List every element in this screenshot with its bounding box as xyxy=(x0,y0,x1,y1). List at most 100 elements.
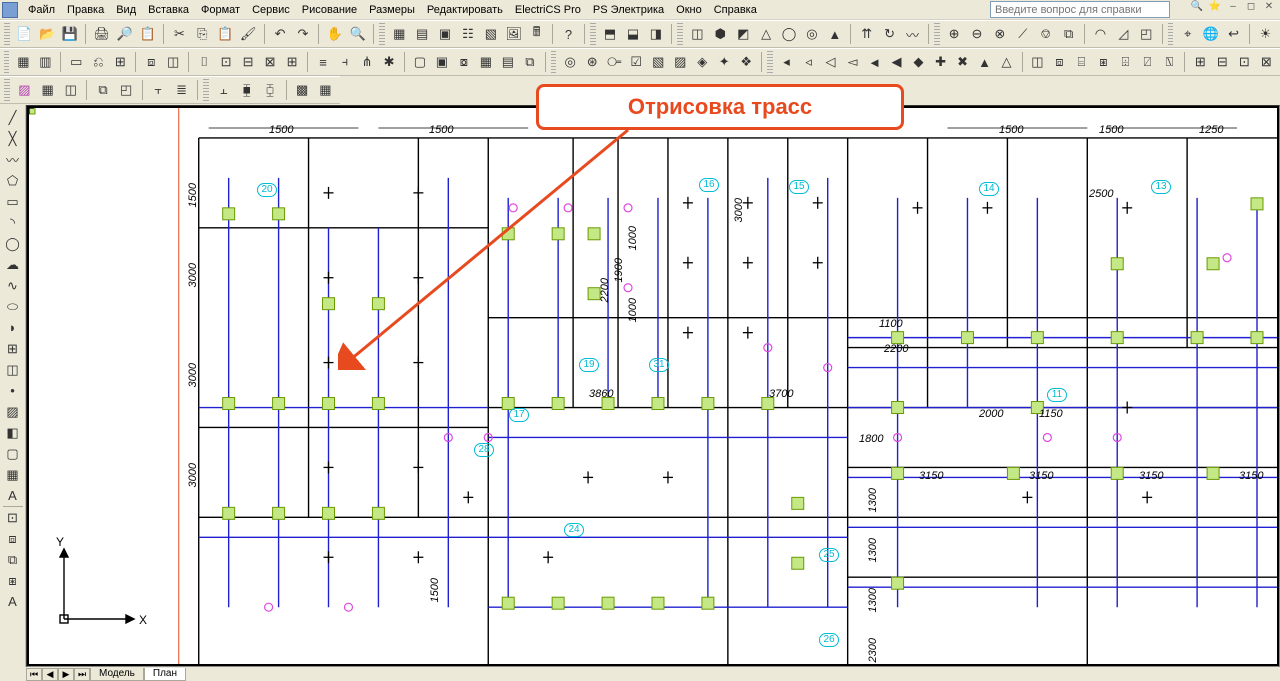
solid-wedge-icon[interactable]: ◩ xyxy=(733,23,754,45)
p10-icon[interactable]: ⧮ xyxy=(259,79,280,101)
menu-file[interactable]: Файл xyxy=(22,2,61,18)
menu-edit[interactable]: Правка xyxy=(61,2,110,18)
extra5-icon[interactable]: A xyxy=(2,591,24,612)
e3-icon[interactable]: ▭ xyxy=(66,51,86,73)
ucs-world-icon[interactable]: 🌐 xyxy=(1200,23,1221,45)
circle-icon[interactable]: ◯ xyxy=(2,233,24,254)
tab-last-icon[interactable]: ⏭ xyxy=(74,668,90,681)
p1-icon[interactable]: ▨ xyxy=(14,79,35,101)
e40-icon[interactable]: ✖ xyxy=(953,51,973,73)
arc-icon[interactable]: ◝ xyxy=(2,212,24,233)
toolbar-grip[interactable] xyxy=(4,23,10,45)
e6-icon[interactable]: ⧈ xyxy=(141,51,161,73)
e27-icon[interactable]: ▧ xyxy=(648,51,668,73)
copy-icon[interactable]: ⎘ xyxy=(192,23,213,45)
p3-icon[interactable]: ◫ xyxy=(60,79,81,101)
p12-icon[interactable]: ▦ xyxy=(315,79,336,101)
e51-icon[interactable]: ⊟ xyxy=(1212,51,1232,73)
e11-icon[interactable]: ⊠ xyxy=(260,51,280,73)
menu-format[interactable]: Формат xyxy=(195,2,246,18)
e39-icon[interactable]: ✚ xyxy=(931,51,951,73)
restore-icon[interactable]: ◻ xyxy=(1244,1,1258,15)
e2-icon[interactable]: ▥ xyxy=(35,51,55,73)
e5-icon[interactable]: ⊞ xyxy=(110,51,130,73)
subtract-icon[interactable]: ⊖ xyxy=(967,23,988,45)
ucs-prev-icon[interactable]: ↩ xyxy=(1223,23,1244,45)
mtext-icon[interactable]: A xyxy=(2,485,24,506)
view-right-icon[interactable]: ◨ xyxy=(645,23,666,45)
pan-icon[interactable]: ✋ xyxy=(324,23,345,45)
e53-icon[interactable]: ⊠ xyxy=(1256,51,1276,73)
line-icon[interactable]: ╱ xyxy=(2,107,24,128)
p2-icon[interactable]: ▦ xyxy=(37,79,58,101)
solid-sphere-icon[interactable]: ◯ xyxy=(779,23,800,45)
undo-icon[interactable]: ↶ xyxy=(270,23,291,45)
polygon-icon[interactable]: ⬠ xyxy=(2,170,24,191)
toolbar-grip[interactable] xyxy=(4,51,9,73)
new-icon[interactable]: 📄 xyxy=(14,23,35,45)
table-icon[interactable]: ▦ xyxy=(2,464,24,485)
e14-icon[interactable]: ⫞ xyxy=(335,51,355,73)
menu-tools[interactable]: Сервис xyxy=(246,2,296,18)
e13-icon[interactable]: ≡ xyxy=(313,51,333,73)
ellipsearc-icon[interactable]: ◗ xyxy=(2,317,24,338)
point-icon[interactable]: • xyxy=(2,380,24,401)
solid-pyramid-icon[interactable]: ▲ xyxy=(824,23,845,45)
toolbar-grip[interactable] xyxy=(4,79,10,101)
menu-modify[interactable]: Редактировать xyxy=(421,2,509,18)
p4-icon[interactable]: ⧉ xyxy=(92,79,113,101)
preview-icon[interactable]: 🔎 xyxy=(114,23,135,45)
e41-icon[interactable]: ▲ xyxy=(975,51,995,73)
e17-icon[interactable]: ▢ xyxy=(410,51,430,73)
e32-icon[interactable]: ◂ xyxy=(777,51,797,73)
e12-icon[interactable]: ⊞ xyxy=(282,51,302,73)
spline-icon[interactable]: ∿ xyxy=(2,275,24,296)
e34-icon[interactable]: ◁ xyxy=(821,51,841,73)
e15-icon[interactable]: ⋔ xyxy=(357,51,377,73)
pline-icon[interactable]: 〰 xyxy=(2,149,24,170)
toolbar-grip[interactable] xyxy=(677,23,683,45)
interfere-icon[interactable]: ⧉ xyxy=(1058,23,1079,45)
tab-next-icon[interactable]: ▶ xyxy=(58,668,74,681)
toolbar-grip[interactable] xyxy=(379,23,385,45)
tab-plan[interactable]: План xyxy=(144,668,186,681)
e1-icon[interactable]: ▦ xyxy=(13,51,33,73)
e37-icon[interactable]: ◀ xyxy=(887,51,907,73)
shell-icon[interactable]: ◰ xyxy=(1136,23,1157,45)
extra4-icon[interactable]: ⧆ xyxy=(2,570,24,591)
toolbar-grip[interactable] xyxy=(934,23,940,45)
e25-icon[interactable]: ⧃ xyxy=(604,51,624,73)
calc-icon[interactable]: 🖩 xyxy=(526,23,547,45)
zoom-icon[interactable]: 🔍 xyxy=(347,23,368,45)
e44-icon[interactable]: ⧈ xyxy=(1049,51,1069,73)
e29-icon[interactable]: ◈ xyxy=(692,51,712,73)
sweep-icon[interactable]: 〰 xyxy=(902,23,923,45)
toolbar-grip[interactable] xyxy=(551,51,556,73)
toolbar-grip[interactable] xyxy=(1168,23,1174,45)
e36-icon[interactable]: ◄ xyxy=(865,51,885,73)
e31-icon[interactable]: ❖ xyxy=(736,51,756,73)
e7-icon[interactable]: ◫ xyxy=(163,51,183,73)
tab-prev-icon[interactable]: ◀ xyxy=(42,668,58,681)
extra3-icon[interactable]: ⧉ xyxy=(2,549,24,570)
revolve-icon[interactable]: ↻ xyxy=(879,23,900,45)
e49-icon[interactable]: ⍂ xyxy=(1159,51,1179,73)
revcloud-icon[interactable]: ☁ xyxy=(2,254,24,275)
e30-icon[interactable]: ✦ xyxy=(714,51,734,73)
e20-icon[interactable]: ▦ xyxy=(476,51,496,73)
view-front-icon[interactable]: ⬓ xyxy=(623,23,644,45)
favorite-icon[interactable]: ⭐ xyxy=(1208,1,1222,15)
e38-icon[interactable]: ◆ xyxy=(909,51,929,73)
e43-icon[interactable]: ◫ xyxy=(1027,51,1047,73)
cut-icon[interactable]: ✂ xyxy=(169,23,190,45)
search-icon[interactable]: 🔍 xyxy=(1190,1,1204,15)
solid-cyl-icon[interactable]: ⬢ xyxy=(710,23,731,45)
e19-icon[interactable]: ⧇ xyxy=(454,51,474,73)
p9-icon[interactable]: ⧯ xyxy=(236,79,257,101)
p5-icon[interactable]: ◰ xyxy=(116,79,137,101)
redo-icon[interactable]: ↷ xyxy=(293,23,314,45)
plot-icon[interactable]: 📋 xyxy=(137,23,158,45)
open-icon[interactable]: 📂 xyxy=(37,23,58,45)
e4-icon[interactable]: ⎌ xyxy=(88,51,108,73)
e45-icon[interactable]: ⌸ xyxy=(1071,51,1091,73)
